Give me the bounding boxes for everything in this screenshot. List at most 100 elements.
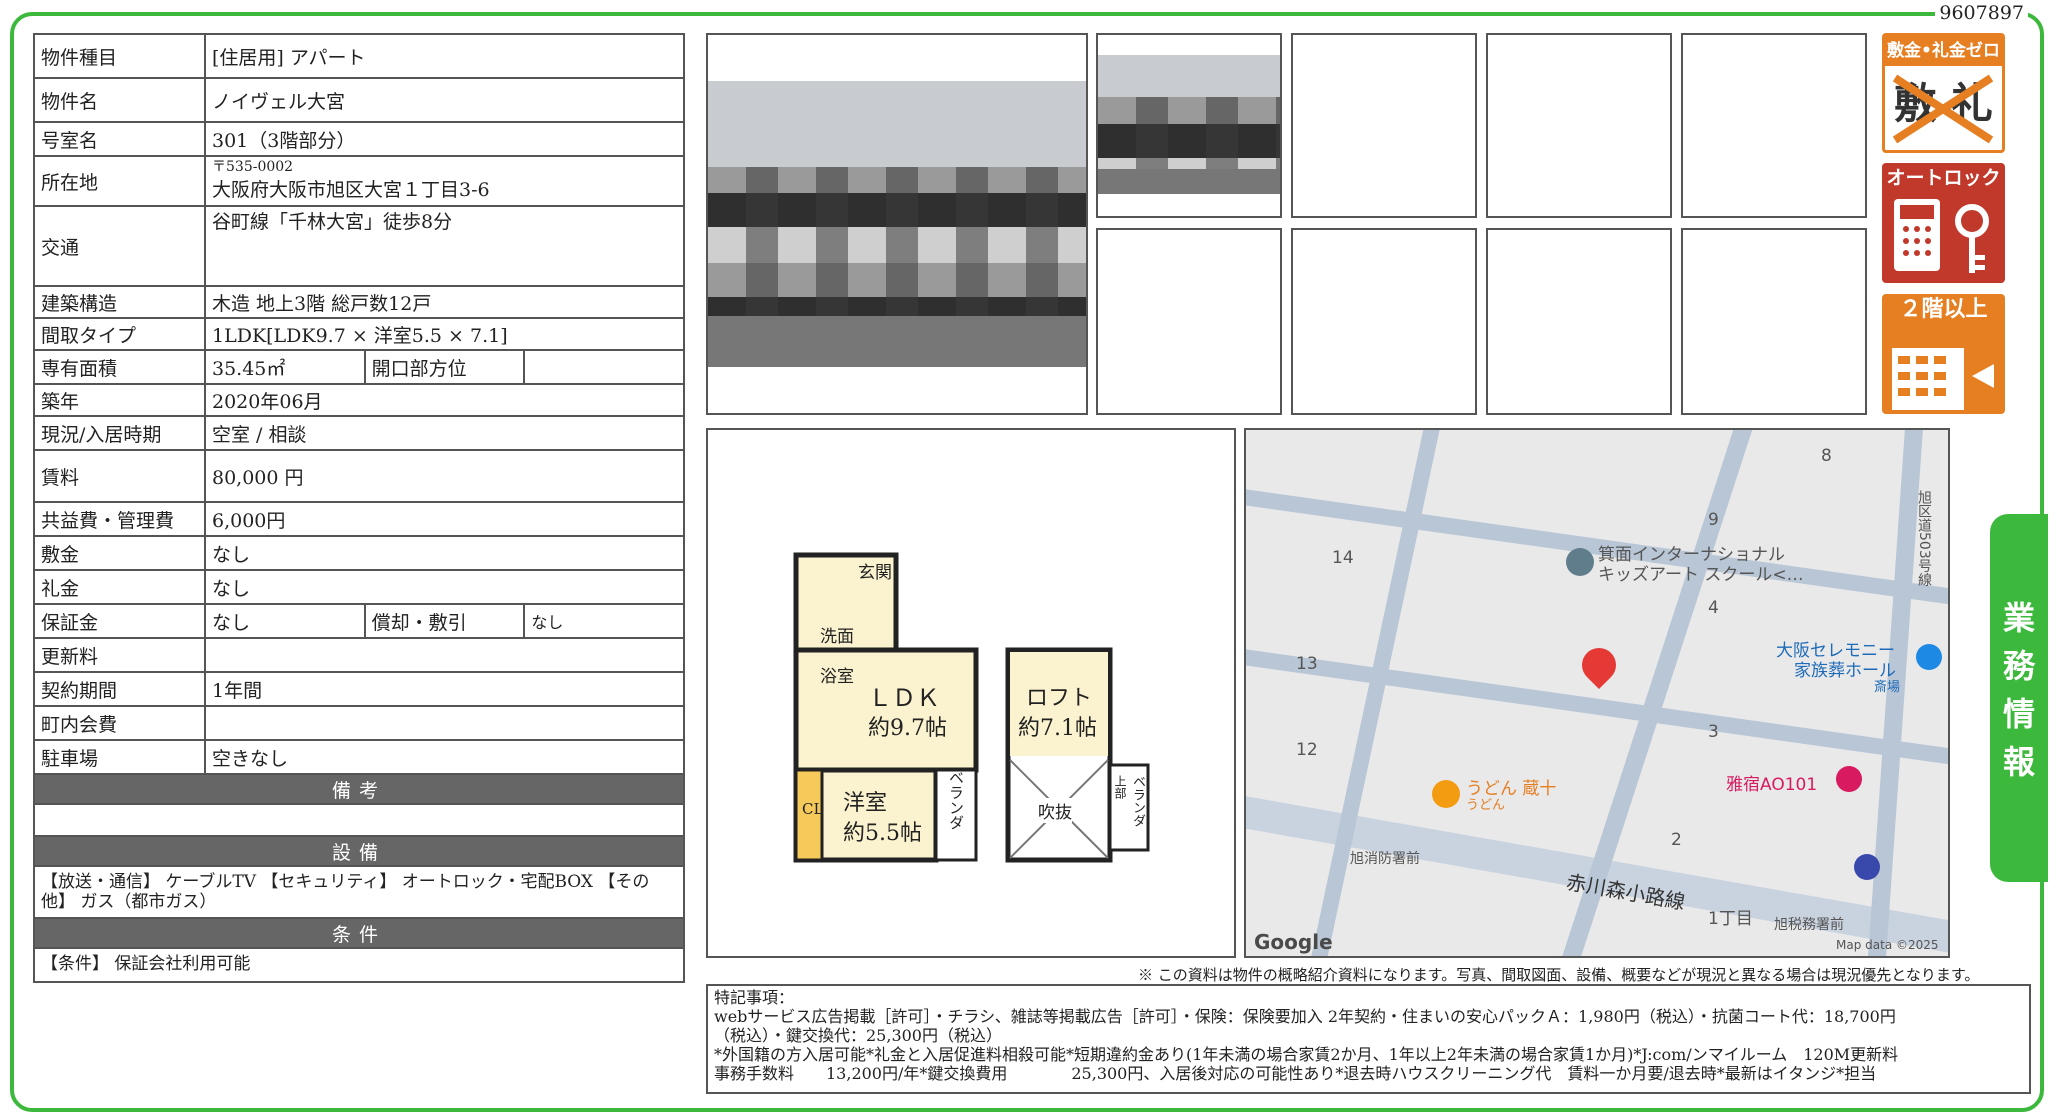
wash-label: 洗面 <box>820 627 854 647</box>
building-thumb-image <box>1098 55 1280 194</box>
built-label: 築年 <box>33 383 206 417</box>
contract-value: 1年間 <box>204 671 685 707</box>
thumbnail-photo-1[interactable] <box>1096 33 1282 218</box>
special-notes-line-2: （税込）・鍵交換代：25,300円（税込） <box>714 1026 1002 1045</box>
entrance-label: 玄関 <box>858 563 892 583</box>
key-money-value: なし <box>204 569 685 605</box>
floor-plan-drawing <box>793 552 1150 863</box>
main-photo[interactable] <box>706 33 1088 415</box>
address-label: 所在地 <box>33 155 206 207</box>
thumbnail-photo-7[interactable] <box>1486 228 1672 415</box>
autolock-title: オートロック <box>1886 167 2001 189</box>
special-notes-title: 特記事項： <box>714 988 795 1007</box>
parking-value: 空きなし <box>204 739 685 775</box>
school-pin-icon <box>1566 548 1594 576</box>
keypad-key-icon <box>1894 199 1989 273</box>
structure-label: 建築構造 <box>33 285 206 319</box>
business-info-tab[interactable]: 業務情報 <box>1990 514 2048 882</box>
property-table: 物件種目 [住居用] アパート 物件名 ノイヴェル大宮 号室名 301（3階部分） 所… <box>33 33 685 983</box>
zero-deposit-title: 敷金•礼金ゼロ <box>1885 36 2002 66</box>
map-hall-label-3: 斎場 <box>1874 680 1901 695</box>
map-block-4: 4 <box>1708 598 1719 618</box>
access-label: 交通 <box>33 205 206 287</box>
bath-label: 浴室 <box>820 667 854 687</box>
community-label: 町内会費 <box>33 705 206 741</box>
map-hotel-label: 雅宿AO101 <box>1726 775 1818 795</box>
map-udon-label-2: うどん <box>1466 798 1506 813</box>
equipment-value: 【放送・通信】 ケーブルTV 【セキュリティ】 オートロック・宅配BOX 【その… <box>33 865 685 919</box>
postal-code: 〒535-0002 <box>212 159 294 175</box>
void-label: 吹抜 <box>1038 798 1072 823</box>
area-value: 35.45㎡ <box>204 349 366 385</box>
address-value: 大阪府大阪市旭区大宮１丁目3-6 <box>212 179 490 201</box>
map-block-3: 3 <box>1708 722 1719 742</box>
map-fire-label: 旭消防署前 <box>1350 851 1420 867</box>
cross-mark-icon <box>1892 74 1994 144</box>
disclaimer-note: ※ この資料は物件の概略紹介資料になります。写真、間取図面、設備、概要などが現況… <box>1138 966 1980 984</box>
floor-plan-panel[interactable]: 玄関 洗面 浴室 ＬＤＫ 約9.7帖 洋室 約5.5帖 CL ベランダ ロフト … <box>706 428 1236 958</box>
loft-label: ロフト <box>1026 686 1093 711</box>
special-notes-line-4: 事務手数料 13,200円/年*鍵交換費用 25,300円、入居後対応の可能性あ… <box>714 1064 1877 1083</box>
business-info-label: 業務情報 <box>2003 599 2036 781</box>
deposit-label: 敷金 <box>33 535 206 571</box>
second-floor-title: ２階以上 <box>1899 297 1988 322</box>
parking-label: 駐車場 <box>33 739 206 775</box>
hall-pin-icon <box>1916 644 1942 670</box>
building-image <box>708 81 1086 367</box>
closet-label: CL <box>802 800 824 818</box>
structure-value: 木造 地上3階 総戸数12戸 <box>204 285 685 319</box>
type-label: 物件種目 <box>33 33 206 79</box>
restaurant-pin-icon <box>1432 780 1460 808</box>
parking-pin-icon <box>1854 854 1880 880</box>
doc-id: 9607897 <box>1935 2 2028 24</box>
ldk-label: ＬＤＫ <box>868 684 940 712</box>
map-panel[interactable]: 8 9 14 4 13 3 12 2 箕面インターナショナル キッズアート スク… <box>1244 428 1950 958</box>
conditions-heading: 条件 <box>33 917 685 949</box>
renewal-value <box>204 637 685 673</box>
autolock-badge: オートロック <box>1882 163 2005 283</box>
thumbnail-photo-2[interactable] <box>1291 33 1477 218</box>
veranda-label: ベランダ <box>947 770 965 830</box>
thumbnail-photo-4[interactable] <box>1681 33 1867 218</box>
renewal-label: 更新料 <box>33 637 206 673</box>
rent-label: 賃料 <box>33 449 206 503</box>
map-block-8: 8 <box>1821 446 1832 466</box>
building-arrow-icon <box>1892 348 1994 410</box>
location-pin-icon <box>1574 640 1624 690</box>
western-label: 洋室 <box>843 791 888 816</box>
second-floor-badge: ２階以上 <box>1882 294 2005 414</box>
map-block-2: 2 <box>1671 830 1682 850</box>
special-notes-box: 特記事項： webサービス広告掲載［許可］・チラシ、雑誌等掲載広告［許可］・保険… <box>706 984 2031 1094</box>
status-label: 現況/入居時期 <box>33 415 206 451</box>
deposit-value: なし <box>204 535 685 571</box>
upper-label: 上部 <box>1113 775 1127 799</box>
layout-label: 間取タイプ <box>33 317 206 351</box>
type-value: [住居用] アパート <box>204 33 685 79</box>
guarantee-label: 保証金 <box>33 603 206 639</box>
status-value: 空室 / 相談 <box>204 415 685 451</box>
fee-value: 6,000円 <box>204 501 685 537</box>
map-block-12: 12 <box>1296 740 1318 760</box>
remarks-value <box>33 803 685 837</box>
room-value: 301（3階部分） <box>204 121 685 157</box>
hotel-pin-icon <box>1836 766 1862 792</box>
ldk-size: 約9.7帖 <box>868 716 947 741</box>
thumbnail-photo-6[interactable] <box>1291 228 1477 415</box>
thumbnail-photo-3[interactable] <box>1486 33 1672 218</box>
zero-deposit-badge: 敷金•礼金ゼロ 敷 礼 <box>1882 33 2005 153</box>
map-tax-label: 旭税務署前 <box>1774 917 1844 933</box>
thumbnail-photo-8[interactable] <box>1681 228 1867 415</box>
map-block-14: 14 <box>1332 548 1354 568</box>
amortization-value: なし <box>523 603 685 639</box>
remarks-heading: 備考 <box>33 773 685 805</box>
amortization-label: 償却・敷引 <box>363 603 526 639</box>
guarantee-value: なし <box>204 603 366 639</box>
key-money-label: 礼金 <box>33 569 206 605</box>
special-notes-line-1: webサービス広告掲載［許可］・チラシ、雑誌等掲載広告［許可］・保険：保険要加入… <box>714 1007 1896 1026</box>
room-label: 号室名 <box>33 121 206 157</box>
map-school-label-2: キッズアート スクール<… <box>1598 565 1804 585</box>
equipment-heading: 設備 <box>33 835 685 867</box>
contract-label: 契約期間 <box>33 671 206 707</box>
map-block-13: 13 <box>1296 654 1318 674</box>
thumbnail-photo-5[interactable] <box>1096 228 1282 415</box>
